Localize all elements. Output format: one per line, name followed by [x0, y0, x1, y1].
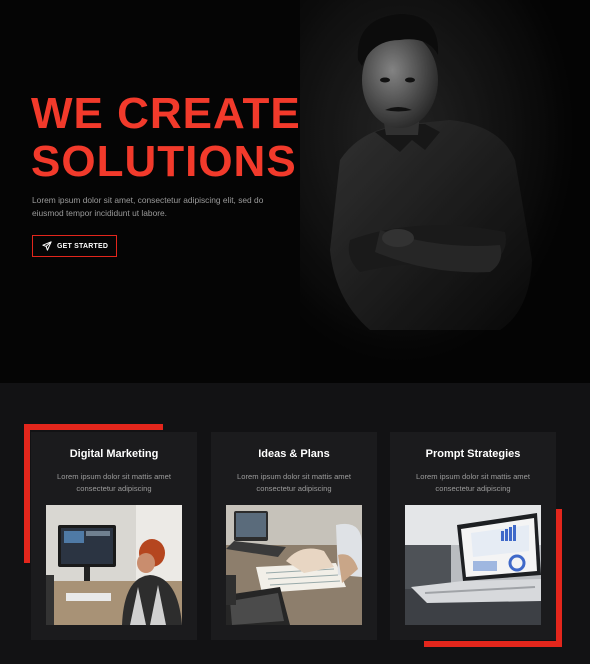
hero-title-line-1: WE CREATE: [31, 89, 301, 138]
get-started-button[interactable]: GET STARTED: [32, 235, 117, 257]
accent-bar-bottom-right-horizontal: [424, 641, 562, 647]
service-card-description: Lorem ipsum dolor sit mattis amet consec…: [57, 472, 171, 493]
service-card-ideas-plans[interactable]: Ideas & Plans Lorem ipsum dolor sit matt…: [211, 432, 377, 640]
service-card-title: Ideas & Plans: [258, 448, 330, 460]
paper-plane-icon: [42, 241, 52, 251]
service-card-description: Lorem ipsum dolor sit mattis amet consec…: [237, 472, 351, 493]
service-card-description: Lorem ipsum dolor sit mattis amet consec…: [416, 472, 530, 493]
hero-portrait-image: [300, 0, 590, 383]
prompt-strategies-image: [405, 505, 541, 625]
get-started-label: GET STARTED: [57, 242, 109, 250]
service-card-title: Digital Marketing: [69, 448, 159, 460]
hero-section: WE CREATE SOLUTIONS Lorem ipsum dolor si…: [0, 0, 590, 383]
accent-bar-top-left-horizontal: [24, 424, 163, 430]
service-card-prompt-strategies[interactable]: Prompt Strategies Lorem ipsum dolor sit …: [390, 432, 556, 640]
service-card-digital-marketing[interactable]: Digital Marketing Lorem ipsum dolor sit …: [31, 432, 197, 640]
hero-title: WE CREATE SOLUTIONS: [31, 90, 321, 186]
ideas-plans-image: [226, 505, 362, 625]
service-card-title: Prompt Strategies: [425, 448, 521, 460]
accent-bar-top-left-vertical: [24, 424, 30, 563]
digital-marketing-image: [46, 505, 182, 625]
accent-bar-bottom-right-vertical: [556, 509, 562, 647]
hero-title-line-2: SOLUTIONS: [31, 137, 297, 186]
hero-description: Lorem ipsum dolor sit amet, consectetur …: [32, 195, 264, 218]
